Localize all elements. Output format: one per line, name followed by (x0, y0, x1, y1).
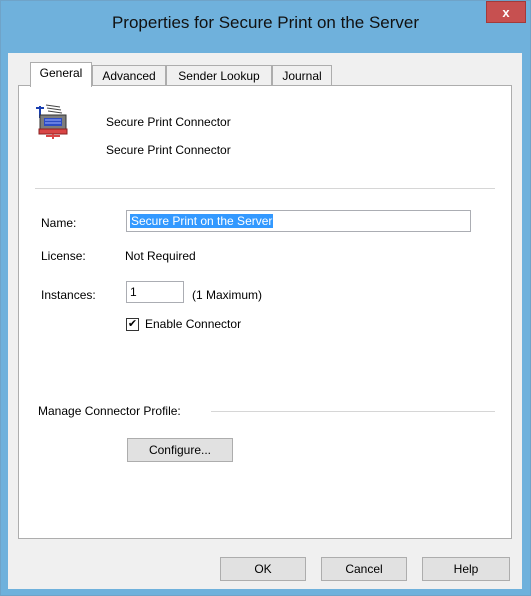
name-field-value: Secure Print on the Server (130, 214, 274, 228)
tab-general[interactable]: General (30, 62, 92, 87)
title-bar[interactable]: Properties for Secure Print on the Serve… (1, 1, 530, 53)
enable-connector-checkbox[interactable]: ✔ (126, 318, 139, 331)
tab-journal-label: Journal (282, 69, 322, 83)
connector-type-line1: Secure Print Connector (106, 115, 231, 129)
separator (35, 188, 495, 189)
cancel-button[interactable]: Cancel (321, 557, 407, 581)
name-label: Name: (41, 216, 77, 230)
checkmark-icon: ✔ (127, 318, 138, 330)
tab-general-label: General (39, 66, 83, 80)
enable-connector-label[interactable]: Enable Connector (145, 317, 241, 331)
manage-profile-label: Manage Connector Profile: (38, 404, 181, 418)
close-icon: x (502, 4, 510, 20)
tab-advanced-label: Advanced (102, 69, 156, 83)
close-button[interactable]: x (486, 1, 526, 23)
configure-button[interactable]: Configure... (127, 438, 233, 462)
instances-field[interactable]: 1 (126, 281, 184, 303)
general-tab-panel: Secure Print Connector Secure Print Conn… (18, 85, 512, 539)
tab-journal[interactable]: Journal (272, 65, 332, 85)
window-title: Properties for Secure Print on the Serve… (111, 13, 420, 32)
instances-field-value: 1 (130, 285, 137, 299)
license-value: Not Required (125, 249, 196, 263)
license-label: License: (41, 249, 86, 263)
help-button[interactable]: Help (422, 557, 510, 581)
tab-advanced[interactable]: Advanced (92, 65, 166, 85)
tab-sender-lookup[interactable]: Sender Lookup (166, 65, 272, 85)
connector-type-line2: Secure Print Connector (106, 143, 231, 157)
profile-separator (211, 411, 495, 412)
instances-max: (1 Maximum) (192, 288, 263, 302)
printer-connector-icon (36, 104, 70, 140)
tab-sender-lookup-label: Sender Lookup (178, 69, 260, 83)
instances-label: Instances: (41, 288, 96, 302)
name-field[interactable]: Secure Print on the Server (126, 210, 471, 232)
ok-button[interactable]: OK (220, 557, 306, 581)
